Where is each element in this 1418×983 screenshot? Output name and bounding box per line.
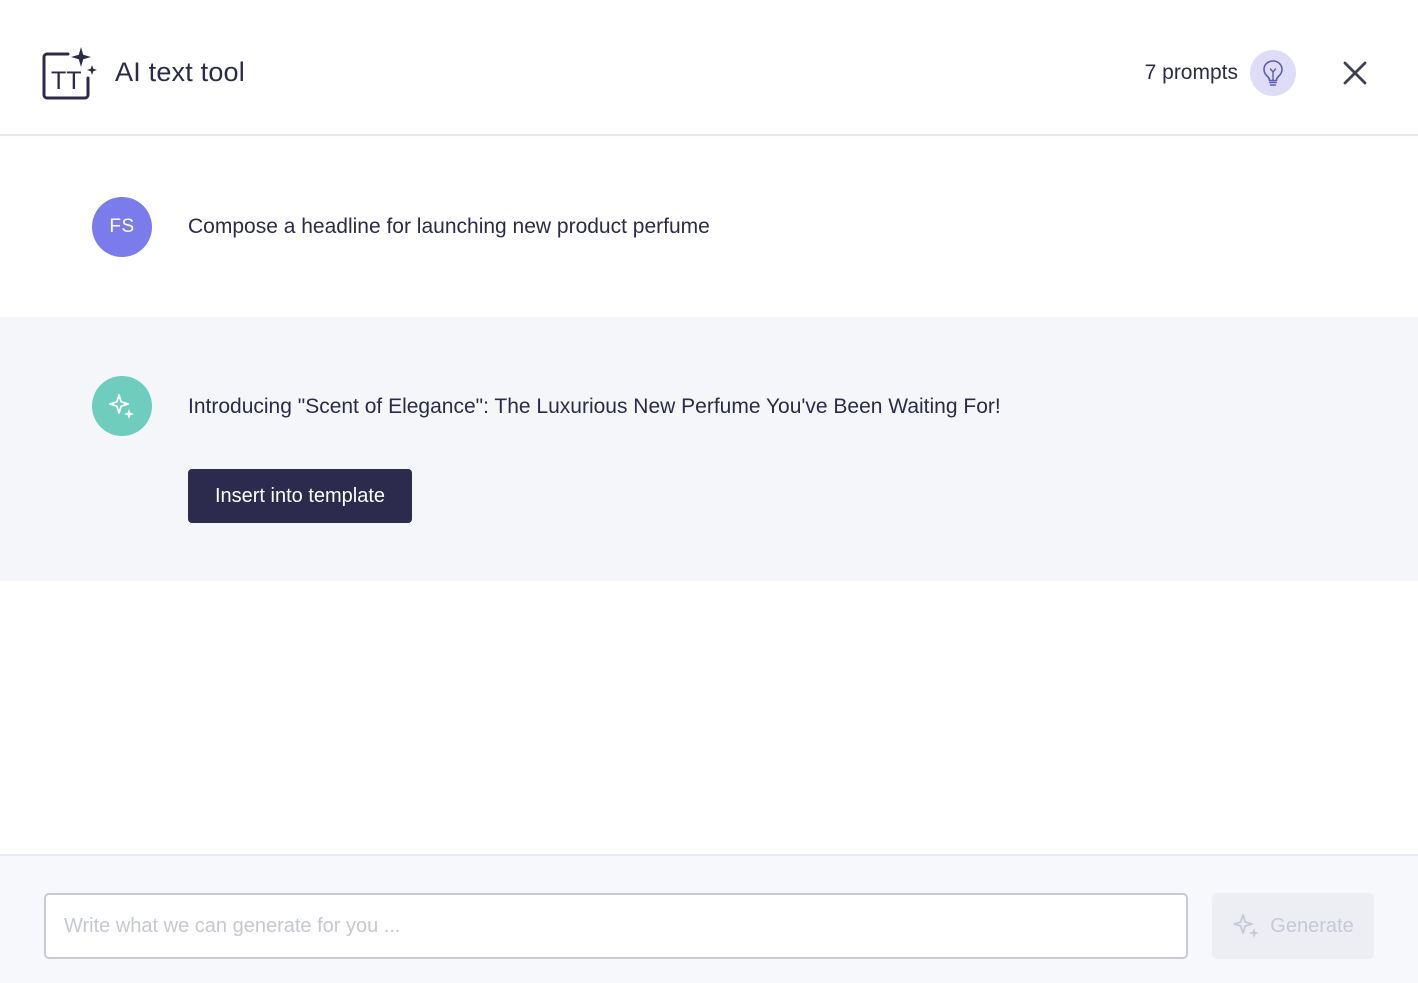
sparkle-icon bbox=[1232, 912, 1262, 940]
dialog-header: TT AI text tool 7 prompts bbox=[0, 0, 1418, 136]
user-avatar: FS bbox=[92, 197, 152, 257]
sparkle-icon bbox=[107, 391, 137, 421]
close-icon bbox=[1343, 61, 1367, 85]
ai-message-row: Introducing "Scent of Elegance": The Lux… bbox=[0, 317, 1418, 581]
user-message-row: FS Compose a headline for launching new … bbox=[0, 137, 1418, 317]
prompts-count: 7 prompts bbox=[1144, 61, 1238, 84]
composer-footer: Generate bbox=[0, 854, 1418, 983]
generate-button[interactable]: Generate bbox=[1212, 893, 1374, 959]
svg-text:TT: TT bbox=[51, 67, 82, 95]
ai-avatar bbox=[92, 376, 152, 436]
close-button[interactable] bbox=[1337, 55, 1373, 91]
user-message-text: Compose a headline for launching new pro… bbox=[188, 215, 710, 238]
generate-button-label: Generate bbox=[1270, 914, 1354, 937]
dialog-title: AI text tool bbox=[115, 57, 245, 87]
text-sparkle-icon: TT bbox=[40, 45, 98, 101]
prompt-ideas-button[interactable] bbox=[1250, 50, 1296, 96]
ai-message-text: Introducing "Scent of Elegance": The Lux… bbox=[188, 395, 1001, 418]
prompt-input[interactable] bbox=[44, 893, 1188, 959]
insert-into-template-button[interactable]: Insert into template bbox=[188, 469, 412, 523]
lightbulb-icon bbox=[1262, 59, 1284, 87]
ai-text-tool-dialog: TT AI text tool 7 prompts FS Compose a h… bbox=[0, 0, 1418, 983]
